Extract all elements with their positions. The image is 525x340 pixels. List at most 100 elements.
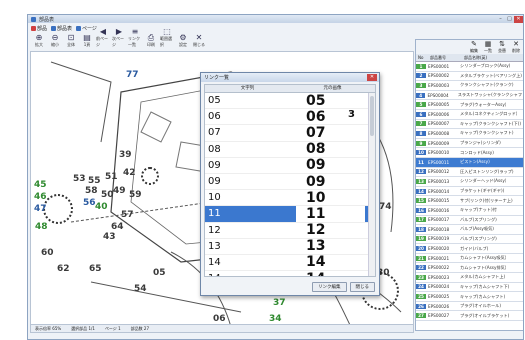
scroll-thumb[interactable] bbox=[370, 96, 374, 136]
link-list-row[interactable]: 09 09 bbox=[205, 174, 375, 191]
part-callout-label[interactable]: 47 bbox=[34, 204, 47, 214]
parts-list-row[interactable]: 26 EPS00026 プラグ(オイルホール) bbox=[416, 302, 523, 312]
part-callout-label[interactable]: 65 bbox=[89, 264, 102, 274]
link-list-row[interactable]: 05 05 bbox=[205, 93, 375, 110]
toolbar-button[interactable]: ⬚ 範囲選択 bbox=[160, 28, 174, 48]
part-callout-label[interactable]: 34 bbox=[269, 314, 282, 324]
link-list-row[interactable]: 10 10 bbox=[205, 190, 375, 207]
minimize-icon[interactable]: – bbox=[496, 16, 505, 23]
part-callout-label[interactable]: 74 bbox=[379, 202, 392, 212]
parts-list-row[interactable]: 8 EPS00008 キャップ(クランクシャフト) bbox=[416, 129, 523, 139]
mode-tab[interactable]: 部品 bbox=[31, 25, 47, 32]
panel-tool-button[interactable]: ▦ 一覧 bbox=[482, 40, 494, 54]
link-list-row[interactable]: 14 14 bbox=[205, 254, 375, 272]
parts-list-row[interactable]: 3 EPS00003 クランクシャフト(クランク) bbox=[416, 81, 523, 91]
part-callout-label[interactable]: 50 bbox=[101, 190, 114, 200]
link-list-row[interactable]: 11 11 bbox=[205, 205, 375, 223]
dialog-close-icon[interactable]: ✕ bbox=[367, 74, 377, 81]
part-callout-label[interactable]: 06 bbox=[213, 314, 226, 324]
link-list-row[interactable]: 14 14 bbox=[205, 271, 375, 276]
dialog-close-button[interactable]: 閉じる bbox=[349, 282, 375, 292]
part-callout-label[interactable]: 46 bbox=[34, 192, 47, 202]
part-callout-label[interactable]: 59 bbox=[129, 190, 142, 200]
part-callout-label[interactable]: 43 bbox=[103, 232, 116, 242]
parts-list-row[interactable]: 9 EPS00009 プランジャ(シリンダ) bbox=[416, 139, 523, 149]
link-list-row[interactable]: 09 09 bbox=[205, 157, 375, 174]
part-callout-label[interactable]: 77 bbox=[126, 70, 139, 80]
parts-list-row[interactable]: 1 EPS00001 シリンダーブロック(Assy) bbox=[416, 62, 523, 72]
panel-tool-button[interactable]: ⇅ 並替 bbox=[496, 40, 508, 54]
parts-list-row[interactable]: 25 EPS00025 キャップ(カムシャフト) bbox=[416, 292, 523, 302]
toolbar-button[interactable]: ≡ リンク一覧 bbox=[128, 28, 142, 48]
panel-tool-button[interactable]: ✕ 削除 bbox=[510, 40, 522, 54]
parts-list-row[interactable]: 11 EPS00011 ピストン(Assy) bbox=[416, 157, 523, 168]
parts-list-row[interactable]: 10 EPS00010 コンロッド(Assy) bbox=[416, 148, 523, 158]
part-callout-label[interactable]: 49 bbox=[113, 186, 126, 196]
toolbar-button[interactable]: ⊡ 全体 bbox=[64, 34, 78, 48]
parts-list-row[interactable]: 20 EPS00020 ガイド(バルブ) bbox=[416, 244, 523, 254]
part-callout-label[interactable]: 64 bbox=[111, 222, 124, 232]
parts-list-row[interactable]: 21 EPS00021 カムシャフト(Assy吸気) bbox=[416, 254, 523, 264]
part-callout-label[interactable]: 57 bbox=[121, 210, 134, 220]
close-window-icon[interactable]: ✕ bbox=[514, 15, 523, 23]
col-code[interactable]: 部品番号 bbox=[428, 55, 462, 61]
toolbar-button[interactable]: ⊖ 縮小 bbox=[48, 34, 62, 48]
part-callout-label[interactable]: 51 bbox=[105, 172, 118, 182]
toolbar-button[interactable]: ✕ 閉じる bbox=[192, 34, 206, 48]
parts-list-row[interactable]: 13 EPS00013 シリンダーヘッド(Assy) bbox=[416, 177, 523, 187]
toolbar-button[interactable]: ⚙ 設定 bbox=[176, 34, 190, 48]
part-callout-label[interactable]: 58 bbox=[85, 186, 98, 196]
col-number[interactable]: 文字列 bbox=[205, 85, 290, 92]
parts-list-row[interactable]: 19 EPS00019 バルブ(スプリング) bbox=[416, 235, 523, 245]
link-list-row[interactable]: 12 12 bbox=[205, 222, 375, 239]
part-callout-label[interactable]: 55 bbox=[88, 176, 101, 186]
parts-list-row[interactable]: 23 EPS00023 メタル(カムシャフト上) bbox=[416, 273, 523, 283]
toolbar-button[interactable]: ▤ 1頁 bbox=[80, 34, 94, 48]
link-list-row[interactable]: 07 07 bbox=[205, 125, 375, 142]
parts-list-row[interactable]: 27 EPS00027 プラグ(オイルブラケット) bbox=[416, 311, 523, 322]
parts-list-row[interactable]: 17 EPS00017 バルブ(スプリング) bbox=[416, 216, 523, 226]
parts-list-row[interactable]: 6 EPS00006 メタル(コネクティングロッド) bbox=[416, 110, 523, 120]
link-edit-button[interactable]: リンク編集 bbox=[312, 282, 347, 292]
link-list[interactable]: 05 05 06 06 3 07 07 08 08 09 09 09 09 10 10 11 11 12 12 13 1… bbox=[204, 93, 376, 277]
part-callout-label[interactable]: 45 bbox=[34, 180, 47, 190]
parts-list-row[interactable]: 18 EPS00018 バルブ(Assy吸気) bbox=[416, 225, 523, 235]
toolbar-button[interactable]: ⎙ 印刷 bbox=[144, 34, 158, 48]
panel-tool-button[interactable]: ✎ 編集 bbox=[468, 40, 480, 54]
part-callout-label[interactable]: 54 bbox=[134, 284, 147, 294]
parts-list-row[interactable]: 7 EPS00007 キャップ(クランクシャフト(下)) bbox=[416, 120, 523, 130]
toolbar-button[interactable]: ▶ 次ページ bbox=[112, 28, 126, 48]
col-name[interactable]: 部品名称(英) bbox=[462, 55, 487, 61]
link-list-row[interactable]: 06 06 3 bbox=[205, 109, 375, 126]
col-image[interactable]: 元の画像 bbox=[290, 85, 375, 92]
part-callout-label[interactable]: 39 bbox=[119, 150, 132, 160]
parts-list-row[interactable]: 2 EPS00002 メタルブラケット(ベアリング上) bbox=[416, 72, 523, 82]
link-list-row[interactable]: 13 13 bbox=[205, 238, 375, 255]
mode-tab[interactable]: 部品表 bbox=[51, 25, 72, 32]
col-no[interactable]: No bbox=[416, 55, 428, 60]
parts-list-row[interactable]: 14 EPS00014 ブラケット(ギヤ(ギヤ)) bbox=[416, 187, 523, 197]
part-callout-label[interactable]: 40 bbox=[95, 202, 108, 212]
parts-list-row[interactable]: 4 EPS00004 スラストワッシャ(クランクシャフト) bbox=[416, 91, 523, 101]
scrollbar[interactable] bbox=[368, 93, 375, 276]
part-callout-label[interactable]: 05 bbox=[153, 268, 166, 278]
part-callout-label[interactable]: 42 bbox=[123, 168, 136, 178]
parts-list-row[interactable]: 16 EPS00016 キャップ(ナット)付 bbox=[416, 206, 523, 216]
parts-list-row[interactable]: 22 EPS00022 カムシャフト(Assy排気) bbox=[416, 263, 523, 274]
part-callout-label[interactable]: 53 bbox=[73, 174, 86, 184]
parts-list-row[interactable]: 5 EPS00005 プラグ(ウォーターAssy) bbox=[416, 100, 523, 110]
toolbar-button[interactable]: ⊕ 拡大 bbox=[32, 34, 46, 48]
part-callout-label[interactable]: 37 bbox=[273, 298, 286, 308]
part-callout-label[interactable]: 62 bbox=[57, 264, 70, 274]
mode-tab[interactable]: ページ bbox=[76, 25, 97, 32]
part-callout-label[interactable]: 60 bbox=[41, 248, 54, 258]
part-callout-label[interactable]: 56 bbox=[83, 198, 96, 208]
parts-list-row[interactable]: 24 EPS00024 キャップ(カムシャフト下) bbox=[416, 283, 523, 293]
link-list-row[interactable]: 08 08 bbox=[205, 141, 375, 158]
part-callout-label[interactable]: 48 bbox=[35, 222, 48, 232]
maximize-icon[interactable]: □ bbox=[505, 16, 514, 23]
parts-list-row[interactable]: 12 EPS00012 圧入ピストンリング(ラップ) bbox=[416, 168, 523, 178]
parts-list-row[interactable]: 15 EPS00015 サブ(リンク)付(リテーナ上) bbox=[416, 196, 523, 206]
toolbar-button[interactable]: ◀ 前ページ bbox=[96, 28, 110, 48]
status-text: 選択部品 1/1 bbox=[71, 325, 95, 331]
